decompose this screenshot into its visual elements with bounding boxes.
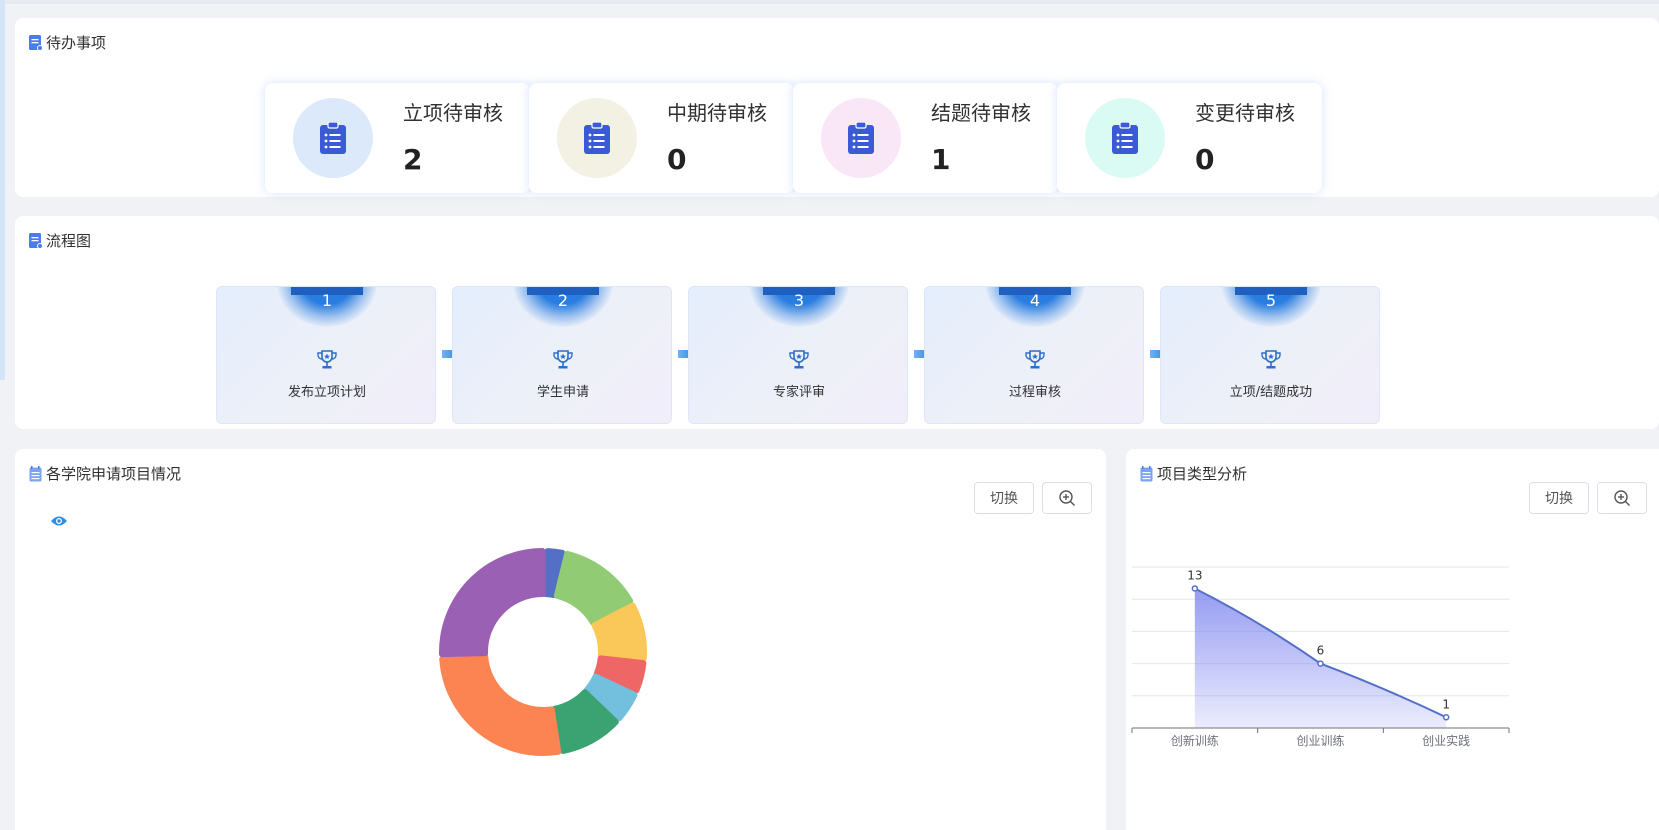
step-number: 4 [1029, 291, 1041, 310]
trophy-icon [553, 350, 573, 369]
x-tick-label: 创业实践 [1422, 733, 1470, 748]
trophy-icon [317, 350, 337, 369]
x-tick-label: 创业训练 [1296, 733, 1344, 748]
step-label: 立项/结题成功 [1229, 385, 1313, 400]
data-label: 6 [1317, 644, 1325, 658]
todo-label: 变更待审核 [1195, 101, 1295, 125]
college-donut-chart [439, 548, 647, 756]
trophy-icon [1025, 350, 1045, 369]
donut-slice[interactable] [439, 548, 546, 658]
document-icon [29, 34, 43, 51]
flow-step: 4 过程审核 [924, 286, 1144, 424]
todo-title-text: 待办事项 [46, 34, 107, 52]
step-number: 1 [321, 291, 333, 310]
flow-panel: 流程图 1 发布立项计划 2 学生申请 3 专家评审 4 过程审核 5 立项/结题成功 [15, 216, 1659, 429]
clipboard-list-icon [1112, 122, 1138, 154]
todo-count[interactable]: 1 [931, 143, 950, 176]
x-tick-label: 创新训练 [1171, 733, 1219, 748]
step-number: 5 [1265, 291, 1277, 310]
todo-icon-circle [1085, 98, 1165, 178]
flow-step: 2 学生申请 [452, 286, 672, 424]
top-strip [0, 0, 1659, 4]
college-panel: 各学院申请项目情况 切换 [15, 449, 1106, 830]
clipboard-list-icon [320, 122, 346, 154]
document-icon [29, 232, 43, 249]
left-scroll-strip [0, 0, 5, 380]
todo-label: 中期待审核 [667, 101, 767, 125]
todo-count[interactable]: 0 [1195, 143, 1214, 176]
type-area-chart: 03691215创新训练创业训练创业实践1361 [1131, 566, 1510, 748]
todo-count[interactable]: 2 [403, 143, 422, 176]
step-label: 专家评审 [772, 385, 825, 400]
flow-panel-title: 流程图 [29, 230, 91, 251]
trophy-icon [789, 350, 809, 369]
trophy-icon [1261, 350, 1281, 369]
data-label: 13 [1187, 568, 1202, 582]
todo-icon-circle [557, 98, 637, 178]
data-point[interactable] [1191, 585, 1199, 592]
todo-panel-title: 待办事项 [29, 32, 106, 53]
step-label: 学生申请 [536, 385, 589, 400]
step-label: 过程审核 [1008, 385, 1061, 400]
donut-slice[interactable] [439, 653, 562, 756]
data-label: 1 [1442, 697, 1450, 711]
todo-panel: 待办事项 立项待审核 2 中期待审核 0 结题待审核 1 变更待审核 0 [15, 18, 1659, 197]
todo-card[interactable]: 结题待审核 1 [793, 83, 1058, 193]
type-panel: 项目类型分析 切换 03691215创新训练创业训练创业实践1361 [1126, 449, 1659, 830]
todo-icon-circle [293, 98, 373, 178]
flow-step: 5 立项/结题成功 [1160, 286, 1380, 424]
step-number: 2 [557, 291, 569, 310]
clipboard-list-icon [848, 122, 874, 154]
todo-label: 结题待审核 [931, 101, 1031, 125]
todo-label: 立项待审核 [403, 101, 503, 125]
todo-card[interactable]: 变更待审核 0 [1057, 83, 1322, 193]
clipboard-list-icon [584, 122, 610, 154]
flow-step: 3 专家评审 [688, 286, 908, 424]
step-number: 3 [793, 291, 805, 310]
data-point[interactable] [1442, 714, 1450, 721]
flow-step: 1 发布立项计划 [216, 286, 436, 424]
flow-title-text: 流程图 [46, 232, 92, 250]
todo-count[interactable]: 0 [667, 143, 686, 176]
todo-icon-circle [821, 98, 901, 178]
todo-card[interactable]: 立项待审核 2 [265, 83, 530, 193]
data-point[interactable] [1317, 660, 1324, 667]
step-label: 发布立项计划 [287, 385, 366, 400]
todo-card[interactable]: 中期待审核 0 [529, 83, 794, 193]
